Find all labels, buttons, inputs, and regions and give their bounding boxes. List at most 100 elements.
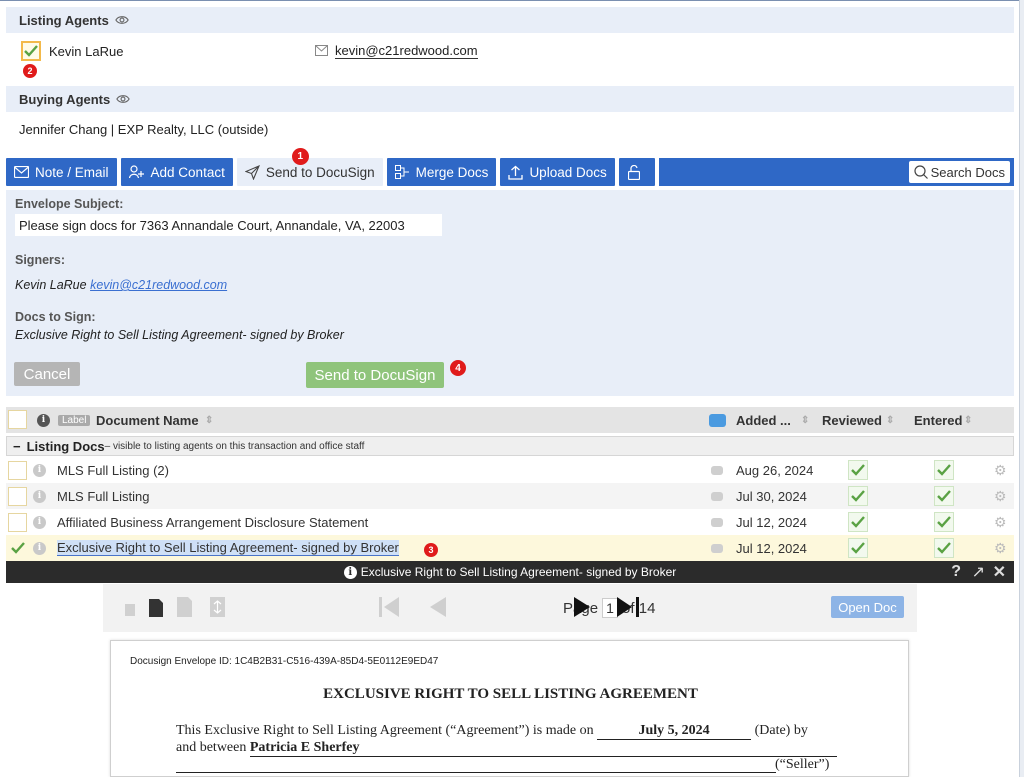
doc-name[interactable]: Exclusive Right to Sell Listing Agreemen…: [57, 540, 399, 556]
viewer-title-bar: i Exclusive Right to Sell Listing Agreem…: [6, 561, 1014, 583]
doc-name[interactable]: MLS Full Listing (2): [57, 463, 169, 478]
check-icon: [851, 516, 865, 528]
gear-icon[interactable]: ⚙: [994, 462, 1007, 479]
paper-plane-icon: [244, 164, 260, 180]
sort-icon[interactable]: ⇕: [886, 415, 894, 426]
agreement-date: July 5, 2024: [597, 723, 752, 740]
close-icon[interactable]: ✕: [993, 562, 1006, 582]
collapse-icon[interactable]: −: [13, 439, 21, 454]
row-checkbox-checked[interactable]: [8, 539, 27, 558]
single-page-small-icon[interactable]: [125, 604, 135, 616]
sort-icon[interactable]: ⇕: [801, 415, 809, 426]
table-row[interactable]: i MLS Full Listing (2) Aug 26, 2024 ⚙: [6, 457, 1014, 483]
add-contact-button[interactable]: Add Contact: [120, 158, 233, 186]
table-row[interactable]: i MLS Full Listing Jul 30, 2024 ⚙: [6, 483, 1014, 509]
gear-icon[interactable]: ⚙: [994, 488, 1007, 505]
last-page-icon[interactable]: [617, 597, 639, 617]
doc-name[interactable]: Affiliated Business Arrangement Disclosu…: [57, 515, 368, 530]
check-icon: [851, 490, 865, 502]
listing-agent-checkbox[interactable]: [21, 41, 41, 61]
note-email-button[interactable]: Note / Email: [6, 158, 117, 186]
mail-icon: [14, 166, 29, 178]
reviewed-checkbox[interactable]: [848, 460, 868, 480]
buying-agents-title: Buying Agents: [19, 91, 111, 107]
check-icon: [851, 464, 865, 476]
select-all-checkbox[interactable]: [8, 410, 27, 429]
doc-added: Jul 12, 2024: [736, 514, 807, 530]
page-fit-icon[interactable]: [210, 597, 225, 617]
document-title: EXCLUSIVE RIGHT TO SELL LISTING AGREEMEN…: [323, 686, 698, 702]
page-number-input[interactable]: 1: [602, 598, 619, 618]
check-icon: [24, 45, 38, 57]
upload-docs-label: Upload Docs: [529, 164, 607, 180]
entered-checkbox[interactable]: [934, 512, 954, 532]
comments-icon[interactable]: [709, 413, 726, 427]
entered-checkbox[interactable]: [934, 538, 954, 558]
col-added[interactable]: Added ...: [736, 413, 791, 428]
info-icon: i: [343, 565, 357, 579]
comment-icon[interactable]: [711, 543, 723, 553]
first-page-icon[interactable]: [379, 597, 401, 617]
check-icon: [937, 490, 951, 502]
comment-icon[interactable]: [711, 517, 723, 527]
upload-docs-button[interactable]: Upload Docs: [500, 158, 615, 186]
sort-icon[interactable]: ⇕: [205, 415, 213, 426]
row-checkbox[interactable]: [8, 460, 27, 480]
check-icon: [937, 542, 951, 554]
expand-icon[interactable]: ↗: [972, 562, 985, 582]
viewer-toolbar: Page 1 of 14 Open Doc: [103, 584, 917, 632]
facing-pages-icon[interactable]: [177, 597, 192, 617]
scrollbar[interactable]: [1019, 0, 1024, 777]
table-row[interactable]: i Affiliated Business Arrangement Disclo…: [6, 509, 1014, 535]
label-tag[interactable]: Label: [58, 414, 91, 426]
document-page: Docusign Envelope ID: 1C4B2B31-C516-439A…: [110, 640, 909, 777]
group-row-listing-docs[interactable]: − Listing Docs – visible to listing agen…: [6, 436, 1014, 456]
comment-icon[interactable]: [711, 491, 723, 501]
col-entered[interactable]: Entered: [914, 413, 962, 428]
gear-icon[interactable]: ⚙: [994, 514, 1007, 531]
sort-icon[interactable]: ⇕: [964, 415, 972, 426]
col-reviewed[interactable]: Reviewed: [822, 413, 882, 428]
group-note: – visible to listing agents on this tran…: [104, 440, 365, 452]
entered-checkbox[interactable]: [934, 460, 954, 480]
comment-icon[interactable]: [711, 465, 723, 475]
doc-added: Aug 26, 2024: [736, 462, 814, 478]
single-page-icon[interactable]: [149, 599, 163, 617]
unlock-button[interactable]: [618, 158, 655, 186]
prev-page-icon[interactable]: [430, 597, 446, 617]
gear-icon[interactable]: ⚙: [994, 540, 1007, 557]
check-icon: [937, 516, 951, 528]
toolbar-fill: Search Docs: [658, 158, 1014, 186]
table-row-selected[interactable]: i Exclusive Right to Sell Listing Agreem…: [6, 535, 1014, 561]
open-doc-button[interactable]: Open Doc: [831, 596, 904, 618]
envelope-subject-input[interactable]: Please sign docs for 7363 Annandale Cour…: [15, 214, 442, 236]
reviewed-checkbox[interactable]: [848, 538, 868, 558]
cancel-button[interactable]: Cancel: [14, 362, 80, 386]
reviewed-checkbox[interactable]: [848, 486, 868, 506]
entered-checkbox[interactable]: [934, 486, 954, 506]
merge-docs-button[interactable]: Merge Docs: [386, 158, 497, 186]
send-to-docusign-button[interactable]: Send to DocuSign: [306, 362, 444, 388]
next-page-icon[interactable]: [574, 597, 590, 617]
listing-agent-email[interactable]: kevin@c21redwood.com: [335, 43, 478, 59]
col-document-name[interactable]: Document Name: [96, 413, 199, 428]
search-docs-label: Search Docs: [930, 164, 1005, 180]
info-icon[interactable]: i: [33, 541, 46, 555]
doc-name[interactable]: MLS Full Listing: [57, 489, 149, 504]
listing-agent-row: 2 Kevin LaRue kevin@c21redwood.com: [6, 37, 1014, 78]
row-checkbox[interactable]: [8, 512, 27, 532]
signer-email-link[interactable]: kevin@c21redwood.com: [90, 278, 227, 292]
info-icon[interactable]: i: [33, 489, 46, 503]
info-icon[interactable]: i: [33, 463, 46, 477]
eye-icon[interactable]: [116, 92, 131, 106]
buying-agents-header: Buying Agents: [6, 86, 1014, 112]
reviewed-checkbox[interactable]: [848, 512, 868, 532]
info-icon[interactable]: i: [33, 515, 46, 529]
note-email-label: Note / Email: [35, 164, 109, 180]
eye-icon[interactable]: [115, 13, 129, 27]
row-checkbox[interactable]: [8, 486, 27, 506]
doc-added: Jul 30, 2024: [736, 488, 807, 504]
search-docs-button[interactable]: Search Docs: [908, 161, 1010, 183]
send-to-docusign-tab[interactable]: Send to DocuSign 1: [236, 148, 383, 186]
help-icon[interactable]: ?: [951, 563, 961, 581]
